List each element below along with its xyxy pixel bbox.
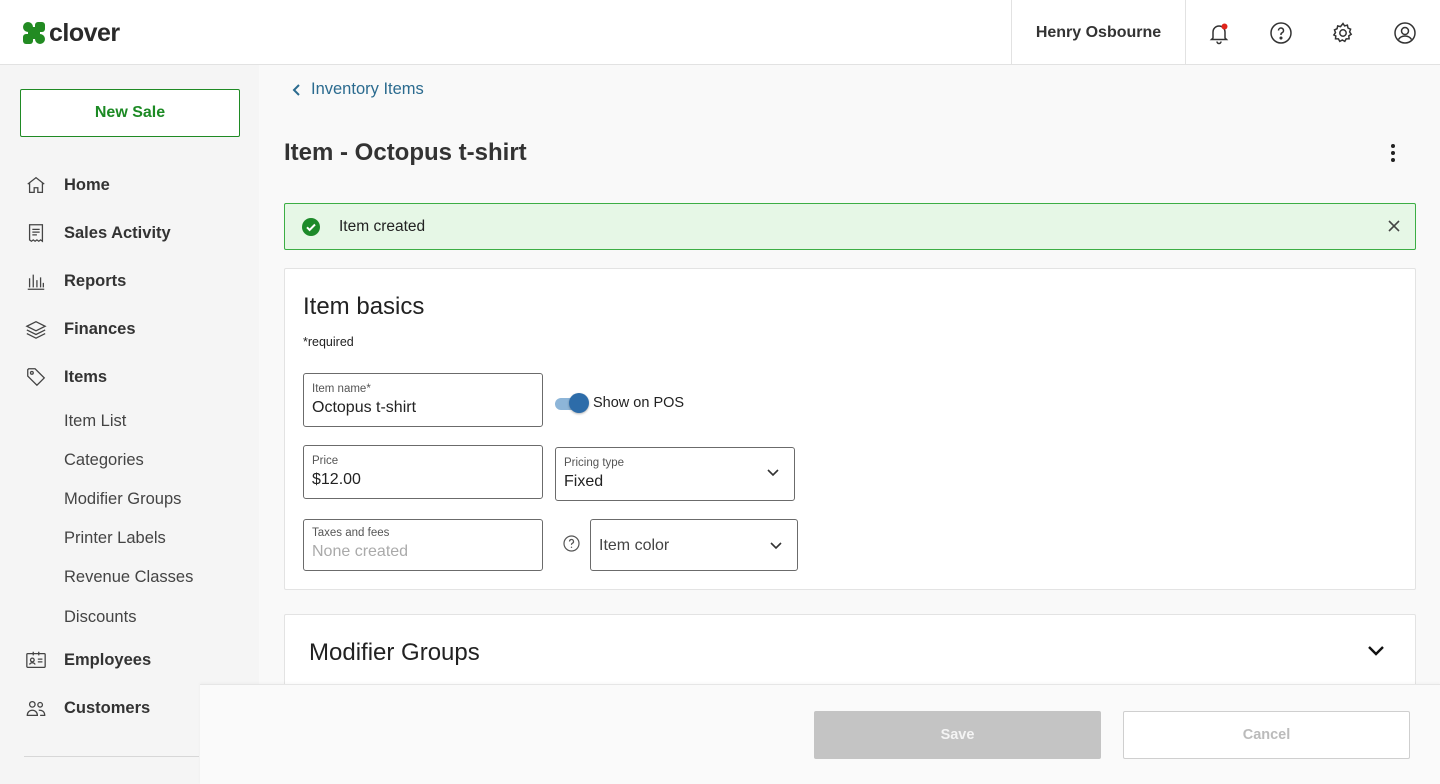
chevron-down-icon[interactable]	[1367, 645, 1385, 657]
field-value: None created	[312, 543, 409, 560]
item-name-field[interactable]: Item name* Octopus t-shirt	[303, 373, 543, 427]
section-title: Modifier Groups	[309, 639, 480, 666]
toggle-label: Show on POS	[593, 395, 685, 411]
sidebar-item-customers[interactable]: Customers	[24, 694, 150, 722]
action-bar: Save Cancel	[200, 684, 1440, 784]
sidebar-item-label: Finances	[64, 319, 136, 338]
field-label: Item name*	[312, 383, 371, 395]
gear-icon[interactable]	[1331, 21, 1355, 45]
clover-logo-icon	[23, 22, 45, 44]
notification-dot	[1221, 23, 1228, 30]
more-options-icon[interactable]	[1381, 141, 1405, 165]
id-card-icon	[24, 648, 48, 672]
help-icon[interactable]	[563, 535, 580, 552]
bar-chart-icon	[24, 269, 48, 293]
page-title: Item - Octopus t-shirt	[284, 139, 527, 166]
success-alert: Item created	[284, 203, 1416, 250]
close-icon[interactable]	[1385, 217, 1403, 235]
user-menu[interactable]: Henry Osbourne	[1011, 0, 1186, 65]
sidebar-subitem-revenue-classes[interactable]: Revenue Classes	[64, 566, 193, 588]
cancel-button[interactable]: Cancel	[1123, 711, 1410, 759]
sidebar-item-reports[interactable]: Reports	[24, 267, 126, 295]
field-value: Octopus t-shirt	[312, 399, 417, 416]
sidebar-item-sales-activity[interactable]: Sales Activity	[24, 219, 171, 247]
field-value: Fixed	[564, 473, 604, 490]
pricing-type-select[interactable]: Pricing type Fixed	[555, 447, 795, 501]
sidebar: New Sale Home Sales Activity Reports Fin…	[0, 65, 259, 784]
new-sale-button[interactable]: New Sale	[20, 89, 240, 137]
taxes-fees-field[interactable]: Taxes and fees None created	[303, 519, 543, 571]
save-button[interactable]: Save	[814, 711, 1101, 759]
field-value: Item color	[599, 537, 670, 554]
sidebar-subitem-discounts[interactable]: Discounts	[64, 606, 136, 628]
bell-icon[interactable]	[1207, 21, 1231, 45]
sidebar-item-label: Customers	[64, 698, 151, 717]
field-label: Pricing type	[564, 457, 625, 469]
sidebar-item-home[interactable]: Home	[24, 171, 110, 199]
alert-message: Item created	[339, 218, 426, 235]
price-field[interactable]: Price $12.00	[303, 445, 543, 499]
user-name: Henry Osbourne	[1035, 23, 1162, 41]
sidebar-item-label: Sales Activity	[64, 223, 171, 242]
people-icon	[24, 696, 48, 720]
logo-wordmark: clover	[49, 19, 120, 47]
money-stack-icon	[24, 317, 48, 341]
account-icon[interactable]	[1393, 21, 1417, 45]
sidebar-item-label: Employees	[64, 650, 152, 669]
sidebar-item-label: Home	[64, 175, 110, 194]
main-content: Inventory Items Item - Octopus t-shirt I…	[259, 65, 1440, 784]
sidebar-item-employees[interactable]: Employees	[24, 646, 151, 674]
tag-icon	[24, 365, 48, 389]
sidebar-item-label: Items	[64, 367, 108, 386]
sidebar-item-items[interactable]: Items	[24, 363, 107, 391]
item-color-select[interactable]: Item color	[590, 519, 798, 571]
field-value: $12.00	[312, 471, 361, 488]
field-label: Price	[312, 455, 339, 467]
sidebar-subitem-item-list[interactable]: Item List	[64, 410, 126, 432]
breadcrumb[interactable]: Inventory Items	[291, 80, 424, 99]
sidebar-item-label: Reports	[64, 271, 127, 290]
chevron-left-icon	[292, 83, 300, 96]
sidebar-divider	[24, 756, 199, 757]
sidebar-subitem-categories[interactable]: Categories	[64, 449, 144, 471]
help-icon[interactable]	[1269, 21, 1293, 45]
sidebar-subitem-modifier-groups[interactable]: Modifier Groups	[64, 488, 181, 510]
breadcrumb-link[interactable]: Inventory Items	[311, 80, 424, 99]
show-on-pos-toggle[interactable]	[555, 393, 589, 413]
chevron-down-icon	[770, 542, 782, 550]
check-circle-icon	[302, 218, 320, 236]
item-basics-card: Item basics *required Item name* Octopus…	[284, 268, 1416, 590]
required-note: *required	[303, 335, 354, 349]
chevron-down-icon	[767, 469, 779, 477]
home-icon	[24, 173, 48, 197]
receipt-icon	[24, 221, 48, 245]
sidebar-subitem-printer-labels[interactable]: Printer Labels	[64, 527, 166, 549]
sidebar-item-finances[interactable]: Finances	[24, 315, 136, 343]
field-label: Taxes and fees	[312, 527, 390, 539]
top-header: clover Henry Osbourne	[0, 0, 1440, 65]
section-title: Item basics	[303, 293, 425, 320]
clover-logo[interactable]: clover	[22, 20, 120, 46]
